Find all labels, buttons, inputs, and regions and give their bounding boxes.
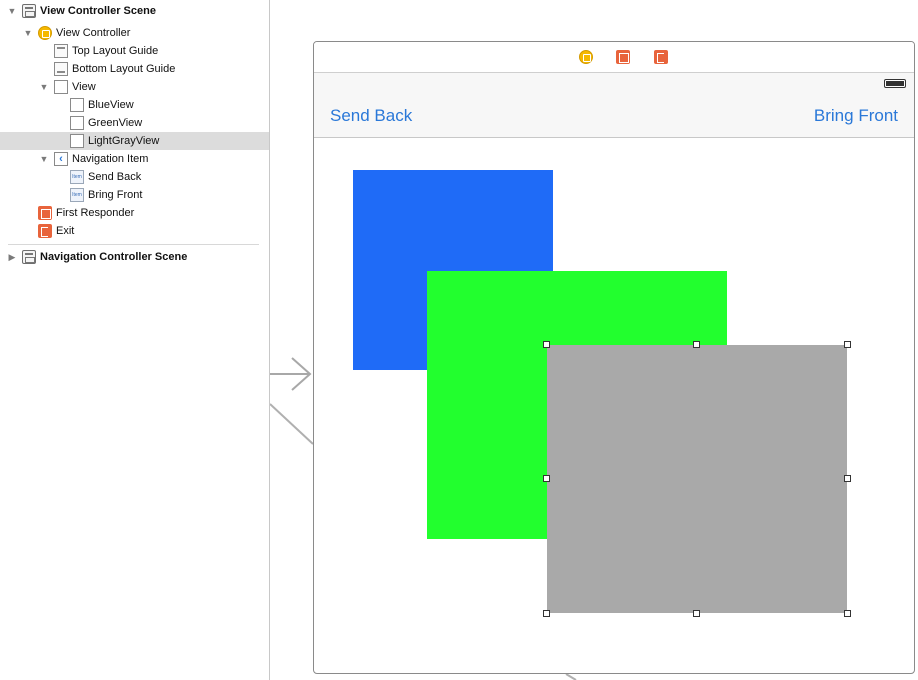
outline-row-first-responder[interactable]: First Responder (0, 204, 269, 222)
outline-row-label: Navigation Item (72, 153, 149, 165)
view-icon (70, 116, 84, 130)
exit-icon (38, 224, 52, 238)
light-gray-view[interactable] (543, 341, 851, 617)
disclosure-open-icon[interactable]: ▼ (38, 78, 50, 96)
document-outline: ▼ View Controller Scene ▼ View Controlle… (0, 0, 270, 680)
bring-front-button[interactable]: Bring Front (814, 106, 898, 126)
navigation-bar: Send Back Bring Front (314, 93, 914, 138)
outline-row-lightgrayview[interactable]: LightGrayView (0, 132, 269, 150)
resize-handle[interactable] (844, 610, 851, 617)
resize-handle[interactable] (844, 475, 851, 482)
outline-row-label: Send Back (88, 171, 142, 183)
outline-row-navigation-item[interactable]: ▼ ‹ Navigation Item (0, 150, 269, 168)
view-controller-icon[interactable] (579, 50, 593, 64)
view-controller-scene-frame[interactable]: Send Back Bring Front (313, 41, 915, 674)
top-layout-guide-icon (54, 44, 68, 58)
resize-handle[interactable] (543, 341, 550, 348)
scene-icon (22, 250, 36, 264)
disclosure-open-icon[interactable]: ▼ (38, 150, 50, 168)
resize-handle[interactable] (543, 475, 550, 482)
outline-row-label: Bottom Layout Guide (72, 63, 176, 75)
view-icon (70, 98, 84, 112)
outline-row-label: View Controller (56, 27, 131, 39)
first-responder-icon (38, 206, 52, 220)
bottom-layout-guide-icon (54, 62, 68, 76)
storyboard-canvas[interactable]: Send Back Bring Front (270, 0, 918, 680)
scene-icon (22, 4, 36, 18)
first-responder-icon[interactable] (616, 50, 630, 64)
outline-row-navigation-controller-scene[interactable]: ▶ Navigation Controller Scene (0, 248, 269, 266)
outline-row-label: Top Layout Guide (72, 45, 159, 57)
outline-row-label: LightGrayView (88, 135, 160, 147)
send-back-button[interactable]: Send Back (330, 106, 412, 126)
outline-row-label: View (72, 81, 96, 93)
view-icon (70, 134, 84, 148)
outline-row-label: BlueView (88, 99, 134, 111)
outline-row-label: First Responder (56, 207, 135, 219)
resize-handle[interactable] (543, 610, 550, 617)
outline-row-blueview[interactable]: BlueView (0, 96, 269, 114)
scene-dock (314, 42, 914, 73)
resize-handle[interactable] (693, 341, 700, 348)
outline-row-view[interactable]: ▼ View (0, 78, 269, 96)
disclosure-open-icon[interactable]: ▼ (22, 24, 34, 42)
view-icon (54, 80, 68, 94)
outline-row-view-controller-scene[interactable]: ▼ View Controller Scene (0, 2, 269, 20)
disclosure-closed-icon[interactable]: ▶ (6, 248, 18, 266)
navigation-item-icon: ‹ (54, 152, 68, 166)
bar-button-item-icon: Item (70, 188, 84, 202)
outline-row-label: View Controller Scene (40, 5, 156, 17)
outline-row-exit[interactable]: Exit (0, 222, 269, 240)
outline-row-label: Navigation Controller Scene (40, 251, 188, 263)
outline-row-label: Bring Front (88, 189, 143, 201)
exit-icon[interactable] (654, 50, 668, 64)
outline-row-bring-front[interactable]: Item Bring Front (0, 186, 269, 204)
outline-row-label: GreenView (88, 117, 143, 129)
outline-row-send-back[interactable]: Item Send Back (0, 168, 269, 186)
outline-row-bottom-layout-guide[interactable]: Bottom Layout Guide (0, 60, 269, 78)
resize-handle[interactable] (693, 610, 700, 617)
status-bar (314, 73, 914, 93)
disclosure-open-icon[interactable]: ▼ (6, 2, 18, 20)
resize-handle[interactable] (844, 341, 851, 348)
view-controller-icon (38, 26, 52, 40)
outline-row-top-layout-guide[interactable]: Top Layout Guide (0, 42, 269, 60)
outline-row-view-controller[interactable]: ▼ View Controller (0, 24, 269, 42)
outline-separator (8, 244, 259, 245)
battery-icon (884, 79, 906, 88)
bar-button-item-icon: Item (70, 170, 84, 184)
outline-row-label: Exit (56, 225, 75, 237)
outline-row-greenview[interactable]: GreenView (0, 114, 269, 132)
